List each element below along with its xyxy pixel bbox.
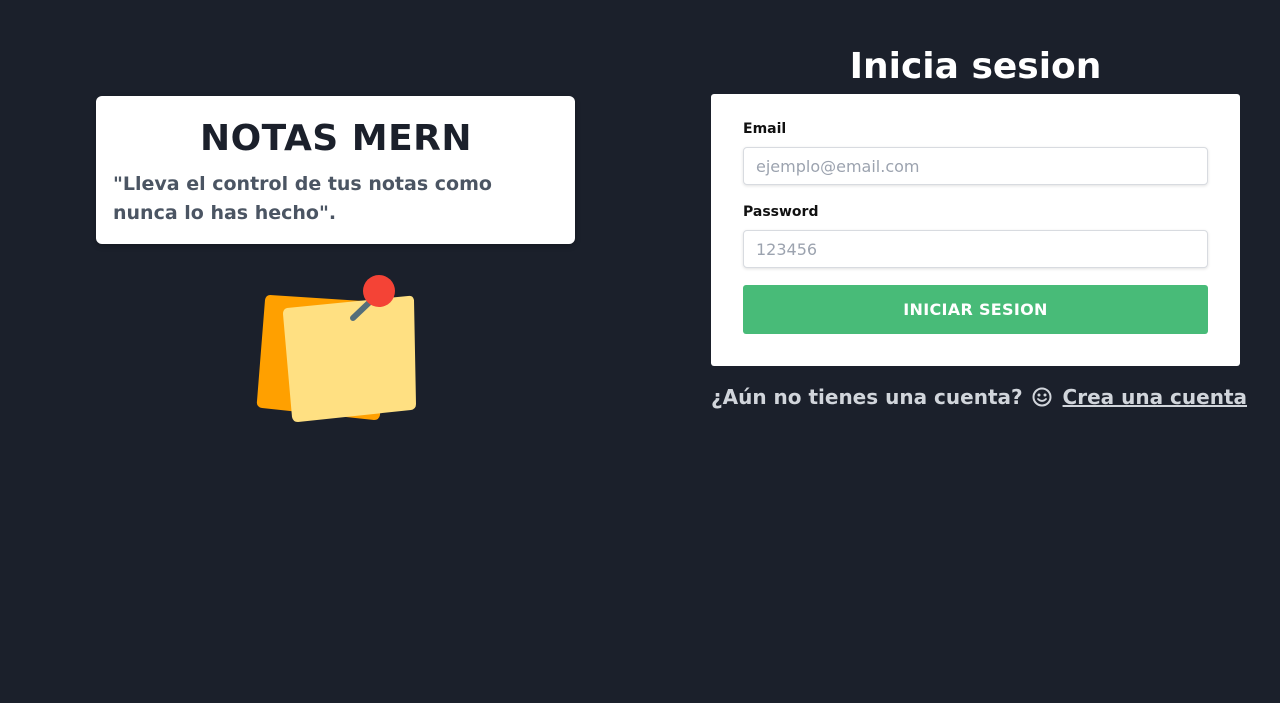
smile-emoji-icon	[1032, 387, 1052, 407]
signup-row: ¿Aún no tienes una cuenta? Crea una cuen…	[711, 383, 1247, 411]
login-title: Inicia sesion	[849, 46, 1102, 87]
sticky-notes-icon	[256, 275, 416, 422]
login-submit-button[interactable]: INICIAR SESION	[743, 285, 1208, 334]
signup-prompt: ¿Aún no tienes una cuenta?	[711, 385, 1023, 409]
front-note	[283, 295, 416, 422]
brand-title: NOTAS MERN	[199, 118, 473, 159]
pin-head	[363, 275, 395, 307]
email-field[interactable]	[743, 147, 1208, 185]
brand-card: NOTAS MERN "Lleva el control de tus nota…	[96, 96, 575, 244]
password-label: Password	[743, 204, 819, 220]
brand-tagline: "Lleva el control de tus notas como nunc…	[113, 173, 492, 224]
password-field[interactable]	[743, 230, 1208, 268]
login-form: Email Password INICIAR SESION	[711, 94, 1240, 366]
email-label: Email	[743, 121, 787, 137]
create-account-link[interactable]: Crea una cuenta	[1063, 385, 1247, 409]
